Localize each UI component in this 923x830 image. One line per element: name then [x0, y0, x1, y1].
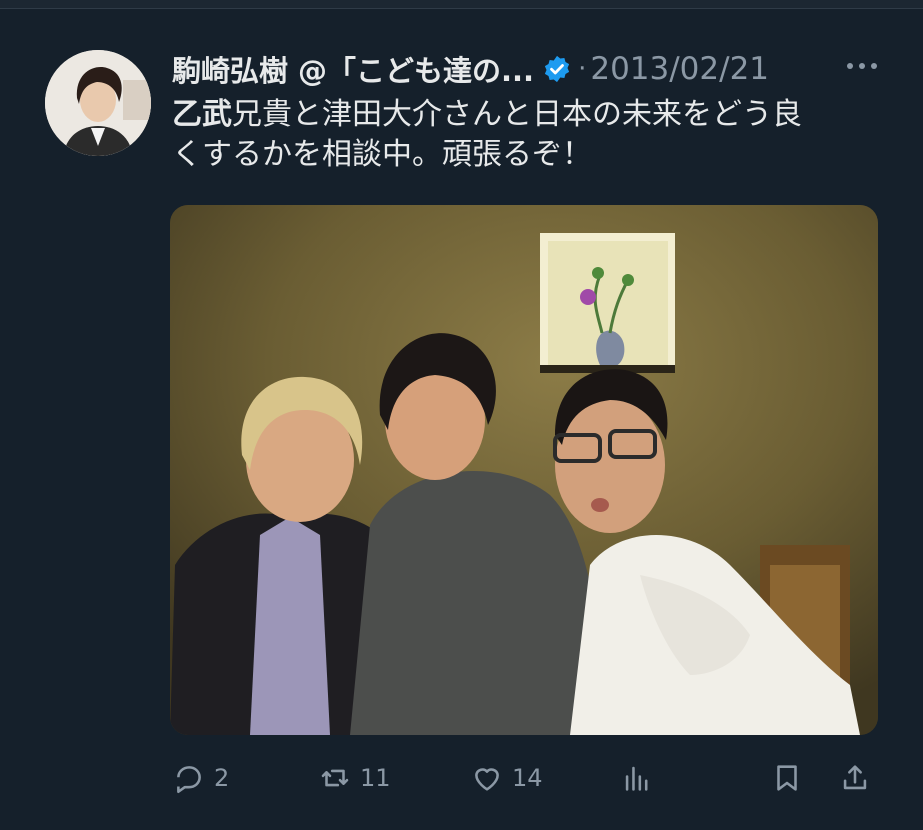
text-line1: 兄貴と津田大介さんと日本の未来をどう良 — [232, 97, 802, 132]
retweet-button[interactable]: 11 — [318, 750, 391, 806]
verified-badge-icon — [542, 54, 572, 84]
text-line2: くするかを相談中。頑張るぞ！ — [172, 137, 592, 172]
more-icon[interactable] — [842, 56, 882, 76]
reply-button[interactable]: 2 — [172, 750, 229, 806]
bookmark-button[interactable] — [770, 750, 804, 806]
like-button[interactable]: 14 — [470, 750, 543, 806]
tweet-date[interactable]: 2013/02/21 — [590, 51, 769, 87]
views-button[interactable] — [620, 750, 654, 806]
share-button[interactable] — [838, 750, 872, 806]
share-icon — [843, 765, 867, 790]
header-separator: · — [578, 54, 587, 84]
tweet-photo[interactable] — [170, 205, 878, 735]
avatar[interactable] — [45, 50, 151, 156]
display-name[interactable]: 駒崎弘樹 — [172, 48, 288, 90]
reply-icon — [177, 766, 201, 794]
retweet-icon — [321, 769, 349, 787]
like-count: 14 — [512, 764, 543, 792]
top-divider — [0, 0, 923, 9]
action-bar: 2 11 14 — [0, 750, 923, 806]
reply-count: 2 — [214, 764, 230, 792]
like-icon — [475, 768, 499, 791]
tweet-text: 乙武兄貴と津田大介さんと日本の未来をどう良 くするかを相談中。頑張るぞ！ — [172, 95, 887, 175]
retweet-count: 11 — [360, 764, 391, 792]
tweet-header: 駒崎弘樹 @「こども達の... · 2013/02/21 — [172, 45, 769, 93]
views-icon — [625, 766, 648, 791]
bookmark-icon — [777, 765, 797, 791]
text-highlight: 乙武 — [172, 97, 232, 132]
user-handle[interactable]: @「こども達の... — [298, 48, 534, 90]
